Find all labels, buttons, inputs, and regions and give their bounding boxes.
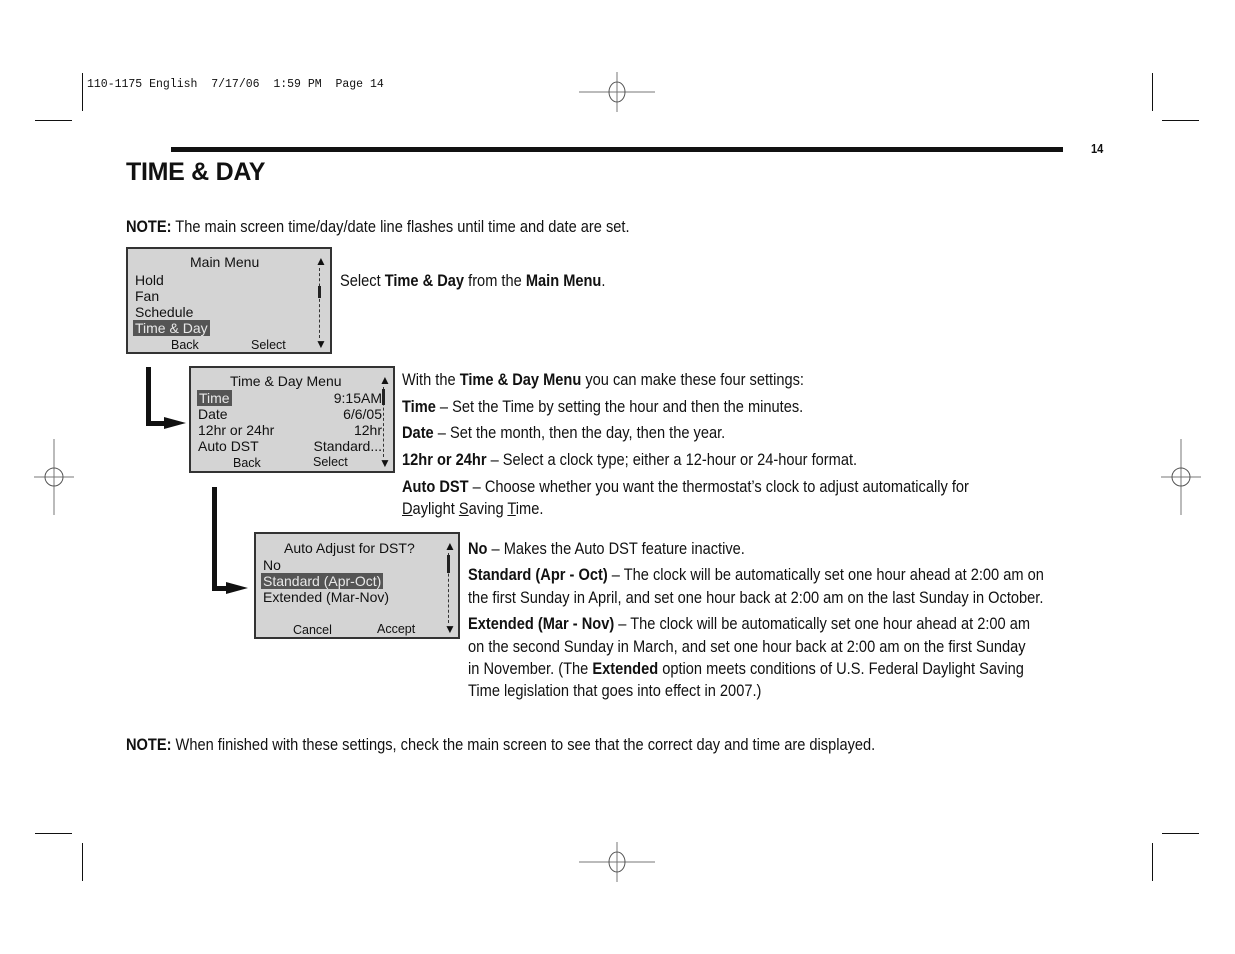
scrollbar[interactable]: ▲ ▼ [444, 540, 456, 635]
softkey-back[interactable]: Back [171, 337, 199, 353]
time-value: 9:15AM [333, 390, 382, 406]
note-text: When finished with these settings, check… [171, 735, 876, 754]
step-select-time-day: Select Time & Day from the Main Menu. [340, 271, 606, 290]
scrollbar[interactable]: ▲ ▼ [379, 374, 391, 469]
clock-format-value: 12hr [353, 422, 382, 438]
print-slug: 110-1175 English 7/17/06 1:59 PM Page 14 [87, 78, 384, 91]
menu-item-auto-dst[interactable]: Auto DST [198, 438, 259, 454]
flow-arrow [212, 487, 217, 591]
arrow-head-icon [164, 417, 186, 429]
header-rule [171, 147, 1063, 152]
menu-item-hold[interactable]: Hold [135, 272, 164, 288]
menu-item-date[interactable]: Date [198, 406, 228, 422]
menu-item-time[interactable]: Time [197, 390, 232, 406]
auto-dst-value: Standard... [313, 438, 383, 454]
scroll-thumb[interactable] [447, 555, 450, 573]
time-day-menu-screen: Time & Day Menu Time 9:15AM Date 6/6/05 … [189, 366, 395, 473]
crop-mark [1162, 120, 1199, 121]
auto-dst-screen: Auto Adjust for DST? No Standard (Apr-Oc… [254, 532, 460, 639]
softkey-select[interactable]: Select [313, 454, 348, 470]
option-no[interactable]: No [263, 557, 281, 573]
crop-mark [82, 843, 83, 881]
page-number: 14 [1091, 141, 1104, 156]
crop-mark [1152, 843, 1153, 881]
dst-option-extended: Extended (Mar - Nov) – The clock will be… [468, 614, 1031, 633]
softkey-back[interactable]: Back [233, 455, 261, 471]
softkey-select[interactable]: Select [251, 337, 286, 353]
registration-mark-icon [579, 72, 655, 112]
note-top: NOTE: The main screen time/day/date line… [126, 216, 630, 238]
crop-mark [82, 73, 83, 111]
settings-intro: With the Time & Day Menu you can make th… [402, 370, 804, 389]
registration-mark-icon [1161, 439, 1201, 515]
arrow-head-icon [226, 582, 248, 594]
note-label: NOTE: [126, 735, 172, 754]
scroll-up-arrow-icon[interactable]: ▲ [444, 540, 456, 552]
crop-mark [35, 833, 72, 834]
softkey-accept[interactable]: Accept [377, 621, 415, 637]
option-standard[interactable]: Standard (Apr-Oct) [261, 573, 384, 589]
note-text: The main screen time/day/date line flash… [171, 217, 630, 236]
screen-title: Auto Adjust for DST? [284, 540, 415, 556]
dst-option-standard: Standard (Apr - Oct) – The clock will be… [468, 565, 1044, 584]
flow-arrow [146, 367, 151, 426]
scroll-down-arrow-icon[interactable]: ▼ [379, 457, 391, 469]
crop-mark [35, 120, 72, 121]
softkey-cancel[interactable]: Cancel [293, 622, 332, 638]
dst-option-extended-line3: in November. (The Extended option meets … [468, 659, 1024, 678]
note-bottom: NOTE: When finished with these settings,… [126, 734, 875, 756]
registration-mark-icon [579, 842, 655, 882]
menu-item-12-24hr[interactable]: 12hr or 24hr [198, 422, 274, 438]
scroll-thumb[interactable] [382, 389, 385, 405]
scroll-down-arrow-icon[interactable]: ▼ [444, 623, 456, 635]
scroll-up-arrow-icon[interactable]: ▲ [315, 255, 327, 267]
registration-mark-icon [34, 439, 74, 515]
flow-arrow [146, 421, 166, 426]
setting-auto-dst: Auto DST – Choose whether you want the t… [402, 477, 969, 496]
setting-auto-dst-line2: Daylight Saving Time. [402, 499, 544, 518]
page-title: TIME & DAY [126, 158, 266, 186]
dst-option-standard-line2: the first Sunday in April, and set one h… [468, 588, 1044, 607]
setting-date: Date – Set the month, then the day, then… [402, 423, 726, 442]
dst-option-extended-line2: on the second Sunday in March, and set o… [468, 637, 1026, 656]
screen-title: Main Menu [190, 254, 260, 270]
scroll-down-arrow-icon[interactable]: ▼ [315, 338, 327, 350]
screen-title: Time & Day Menu [230, 373, 342, 389]
menu-item-schedule[interactable]: Schedule [135, 304, 193, 320]
scroll-thumb[interactable] [318, 286, 321, 298]
scroll-up-arrow-icon[interactable]: ▲ [379, 374, 391, 386]
main-menu-screen: Main Menu Hold Fan Schedule Time & Day B… [126, 247, 332, 354]
dst-option-no: No – Makes the Auto DST feature inactive… [468, 539, 745, 558]
date-value: 6/6/05 [343, 406, 382, 422]
crop-mark [1152, 73, 1153, 111]
crop-mark [1162, 833, 1199, 834]
menu-item-time-day[interactable]: Time & Day [133, 320, 210, 336]
setting-12-24hr: 12hr or 24hr – Select a clock type; eith… [402, 450, 858, 469]
setting-time: Time – Set the Time by setting the hour … [402, 397, 804, 416]
option-extended[interactable]: Extended (Mar-Nov) [263, 589, 389, 605]
dst-option-extended-line4: Time legislation that goes into effect i… [468, 681, 762, 700]
note-label: NOTE: [126, 217, 172, 236]
menu-item-fan[interactable]: Fan [135, 288, 159, 304]
scrollbar[interactable]: ▲ ▼ [315, 255, 327, 350]
